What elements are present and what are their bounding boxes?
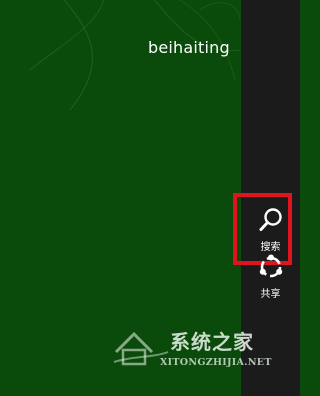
share-charm-label: 共享 (260, 289, 281, 300)
share-charm[interactable]: 共享 (241, 252, 300, 324)
watermark-title: 系统之家 (170, 330, 254, 354)
user-name[interactable]: beihaiting (148, 38, 230, 57)
share-icon (259, 254, 282, 278)
start-screen: beihaiting 搜索 共享 系统之家 XITONGZHIJIA.NET (0, 0, 300, 396)
watermark-url: XITONGZHIJIA.NET (160, 357, 272, 368)
